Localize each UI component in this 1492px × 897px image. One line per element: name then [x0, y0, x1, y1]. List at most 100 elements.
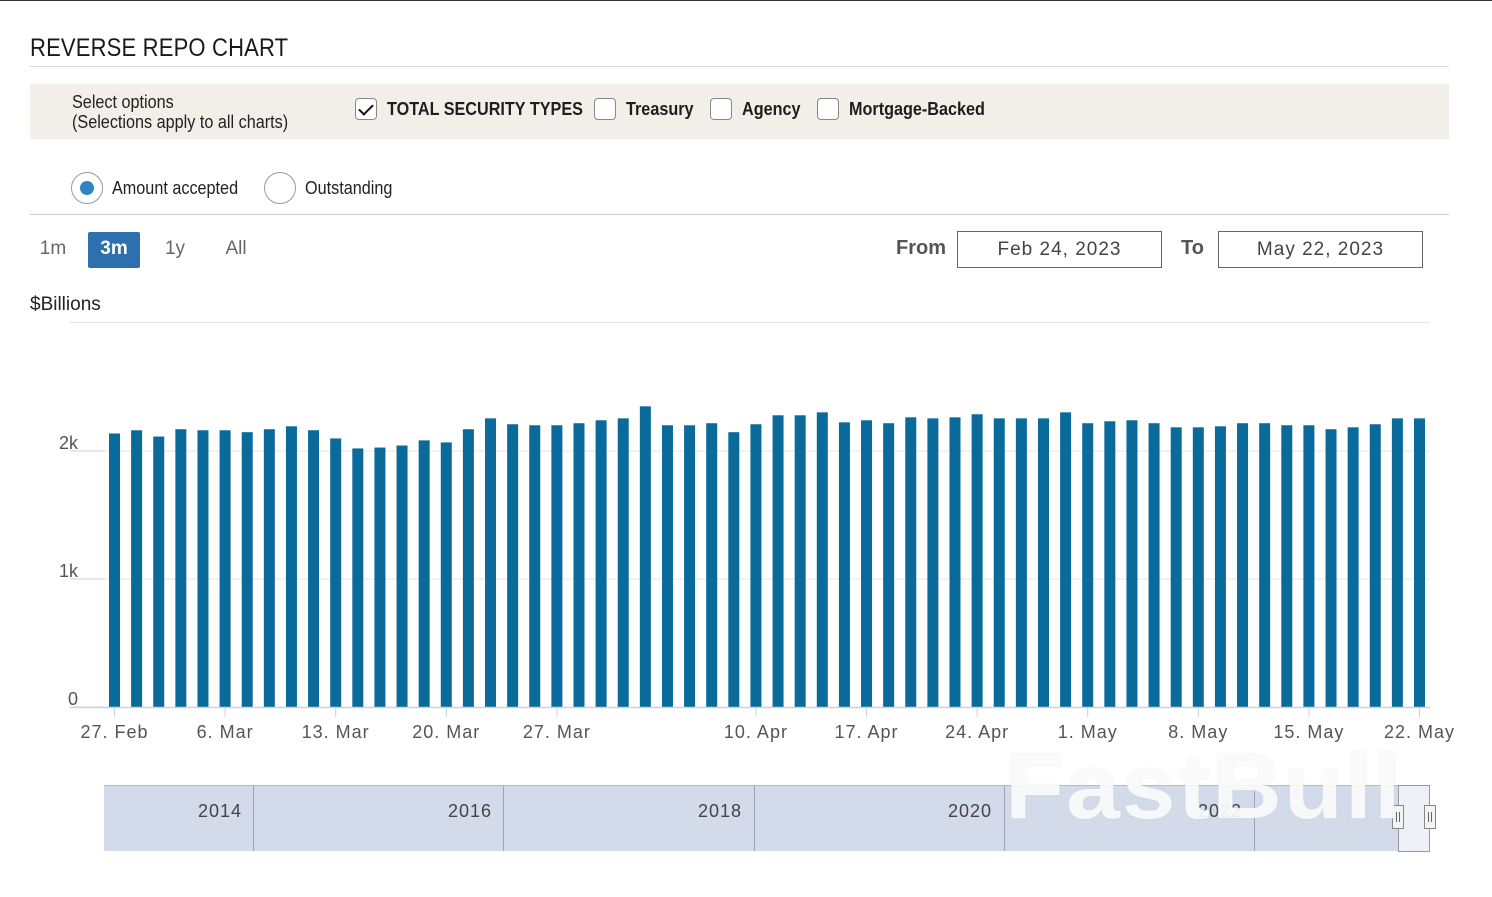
navigator-divider — [503, 786, 504, 851]
bar — [816, 412, 828, 707]
to-date-input[interactable]: May 22, 2023 — [1218, 231, 1423, 268]
x-tick-label: 24. Apr — [945, 722, 1009, 742]
section-divider — [30, 214, 1449, 215]
bar — [1369, 424, 1381, 707]
options-label-line1: Select options — [72, 92, 174, 112]
bar — [927, 418, 939, 707]
bar — [905, 417, 917, 707]
bar — [794, 415, 806, 707]
navigator-year: 2020 — [948, 801, 993, 821]
bar — [529, 425, 541, 707]
navigator-divider — [754, 786, 755, 851]
bar — [1414, 418, 1425, 707]
bar — [838, 422, 850, 707]
bar — [617, 418, 629, 707]
radio-circle[interactable] — [71, 172, 103, 204]
x-tick-label: 20. Mar — [412, 722, 480, 742]
bar — [706, 423, 718, 707]
y-tick-label: 0 — [68, 689, 78, 709]
bar — [308, 430, 320, 707]
bar — [219, 430, 231, 707]
checkbox-agency[interactable]: Agency — [710, 96, 807, 122]
bar — [396, 445, 408, 707]
title-divider — [30, 66, 1449, 67]
chart-top-rule — [70, 322, 1430, 323]
x-tick-label: 6. Mar — [197, 722, 254, 742]
checkbox-label: Treasury — [626, 98, 694, 119]
bar — [750, 424, 762, 707]
page-title: REVERSE REPO CHART — [30, 34, 289, 62]
x-tick-label: 17. Apr — [835, 722, 899, 742]
bar — [1060, 412, 1072, 707]
y-tick-label: 2k — [59, 433, 79, 453]
checkbox-total-security-types[interactable]: TOTAL SECURITY TYPES — [355, 96, 605, 122]
bar — [109, 433, 120, 707]
bar — [595, 420, 607, 707]
to-label: To — [1181, 237, 1204, 259]
bar — [949, 417, 961, 707]
bar — [551, 425, 563, 707]
bar — [728, 432, 740, 707]
bar — [1148, 423, 1160, 707]
bar — [485, 418, 497, 707]
options-label-line2: (Selections apply to all charts) — [72, 112, 289, 132]
radio-circle[interactable] — [264, 172, 296, 204]
bar — [1082, 423, 1094, 707]
navigator-year: 2014 — [198, 801, 243, 821]
x-tick-label: 27. Mar — [523, 722, 591, 742]
navigator-divider — [253, 786, 254, 851]
bar — [1126, 420, 1138, 707]
bar — [285, 426, 297, 707]
bar — [1303, 425, 1315, 707]
checkbox-box[interactable] — [817, 98, 839, 120]
from-label: From — [896, 237, 946, 259]
range-button-3m[interactable]: 3m — [88, 232, 140, 268]
checkbox-treasury[interactable]: Treasury — [594, 96, 701, 122]
bar — [131, 430, 143, 707]
range-button-all[interactable]: All — [212, 232, 260, 268]
checkbox-label: Agency — [742, 98, 801, 119]
checkbox-box[interactable] — [594, 98, 616, 120]
bar — [330, 438, 342, 707]
bar — [175, 429, 187, 707]
bar-chart: 0 1k 2k 27. Feb 6. Mar 13. Mar 20. Mar 27. Mar 1… — [59, 406, 1454, 742]
bar — [1170, 427, 1182, 707]
bar — [153, 436, 165, 707]
bar — [263, 429, 275, 707]
bar — [1281, 425, 1293, 707]
checkbox-mortgage-backed[interactable]: Mortgage-Backed — [817, 96, 1000, 122]
bar — [197, 430, 209, 707]
bar — [507, 424, 519, 707]
radio-amount-accepted[interactable]: Amount accepted — [71, 172, 252, 204]
bar — [971, 414, 983, 707]
top-border — [0, 0, 1492, 1]
options-label: Select options (Selections apply to all … — [72, 92, 288, 132]
radio-outstanding[interactable]: Outstanding — [264, 172, 402, 204]
x-tick-label: 10. Apr — [724, 722, 788, 742]
bar — [1237, 423, 1249, 707]
x-tick-label: 13. Mar — [302, 722, 370, 742]
bar — [1214, 426, 1226, 707]
bar — [993, 418, 1005, 707]
navigator-year: 2018 — [698, 801, 743, 821]
from-date-input[interactable]: Feb 24, 2023 — [957, 231, 1162, 268]
y-axis-title: $Billions — [30, 294, 101, 315]
range-button-1m[interactable]: 1m — [30, 232, 76, 268]
bar — [1325, 429, 1337, 707]
bar — [772, 415, 784, 707]
x-tick-label: 27. Feb — [80, 722, 148, 742]
bar — [1347, 427, 1359, 707]
y-tick-label: 1k — [59, 561, 79, 581]
checkbox-box[interactable] — [710, 98, 732, 120]
radio-label: Outstanding — [305, 177, 393, 198]
navigator-right-handle[interactable] — [1424, 805, 1436, 829]
bar — [684, 425, 696, 707]
watermark-logo: FastBull — [1005, 736, 1403, 838]
bar — [861, 420, 873, 707]
bar — [573, 423, 585, 707]
range-button-1y[interactable]: 1y — [152, 232, 198, 268]
bar — [639, 406, 651, 707]
bar — [1391, 418, 1403, 707]
checkbox-box[interactable] — [355, 98, 377, 120]
bar — [1104, 421, 1116, 707]
